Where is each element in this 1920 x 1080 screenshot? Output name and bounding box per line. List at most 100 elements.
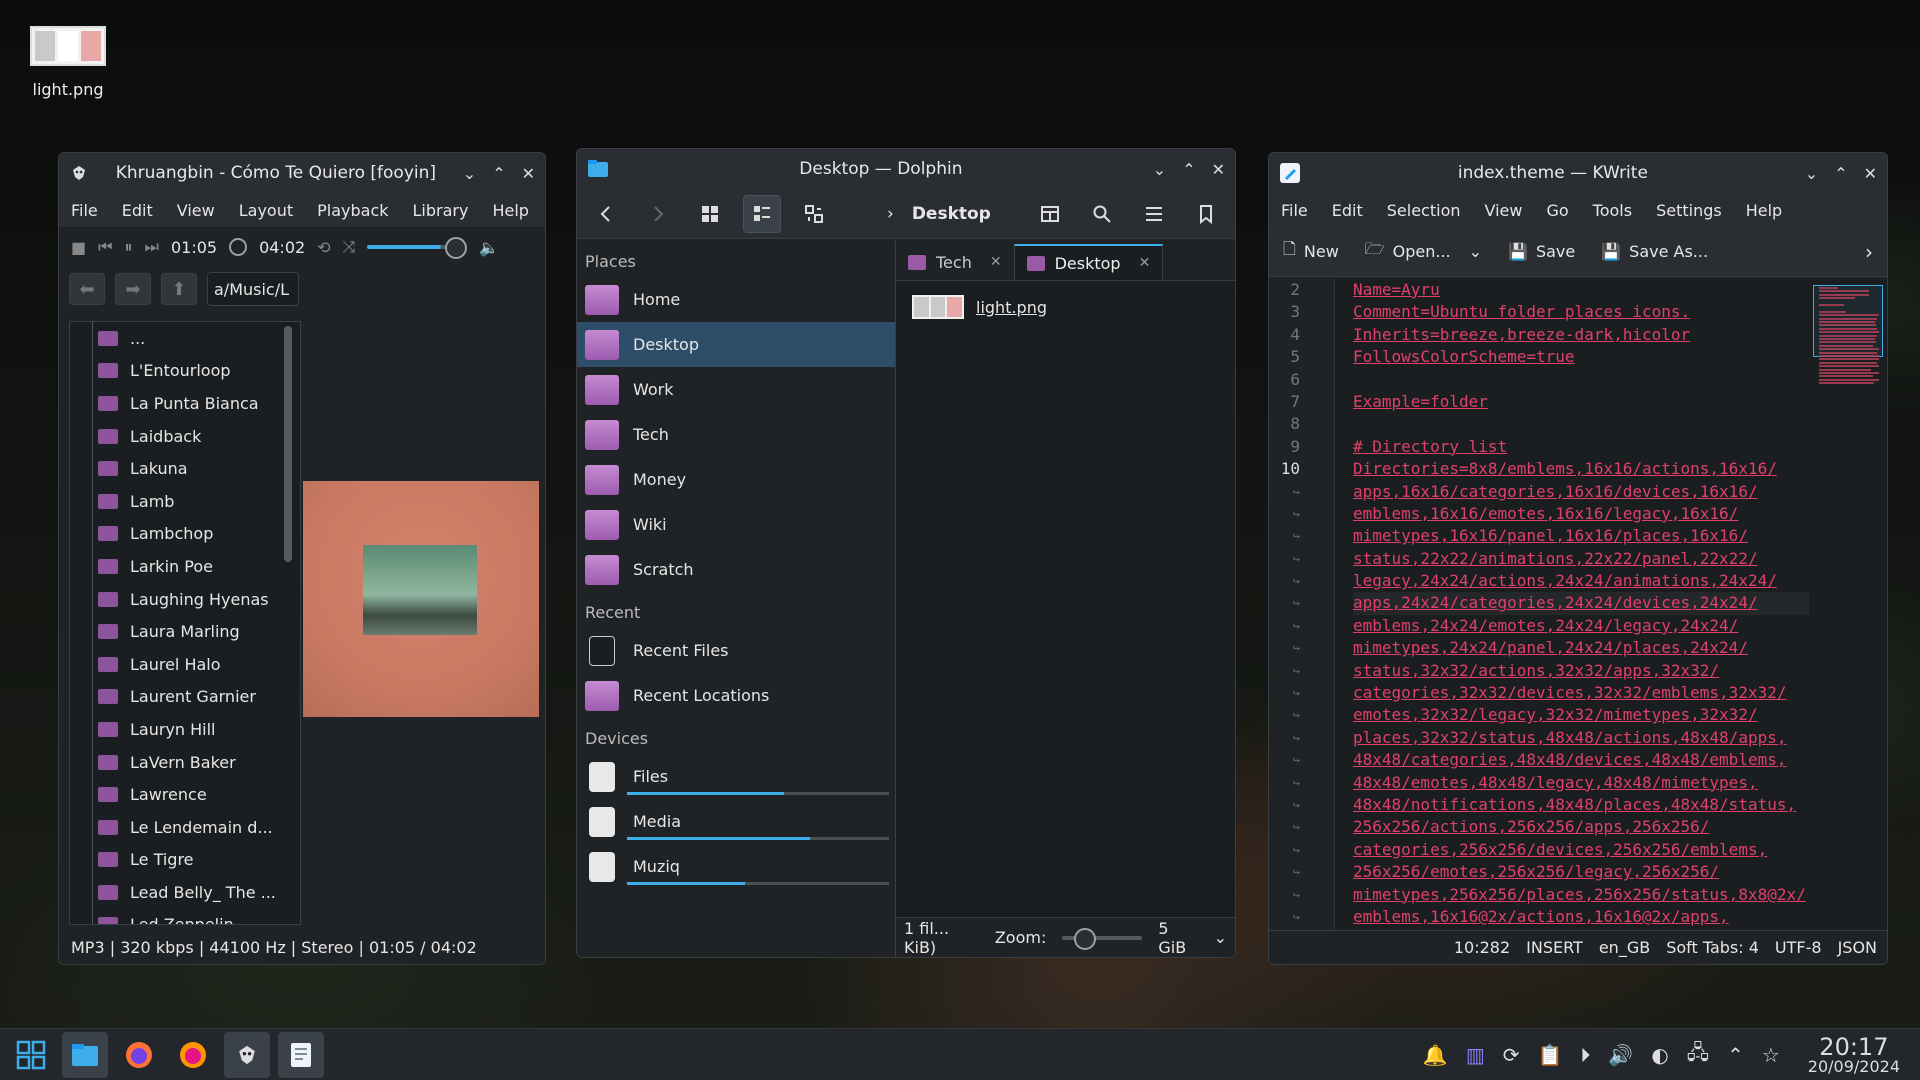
bookmark-icon[interactable]	[1187, 195, 1225, 233]
chevron-down-icon[interactable]: ⌄	[1214, 928, 1227, 947]
path-input[interactable]: a/Music/L	[207, 272, 299, 306]
code-line[interactable]: Name=Ayru	[1353, 279, 1809, 301]
back-icon[interactable]	[587, 195, 625, 233]
code-area[interactable]: Name=Ayru Comment=Ubuntu folder places ic…	[1335, 279, 1809, 930]
minimize-icon[interactable]: ⌄	[1805, 164, 1818, 183]
file-item[interactable]: light.png	[896, 281, 1235, 333]
breadcrumb[interactable]: Desktop	[912, 204, 991, 224]
next-icon[interactable]: ⏭	[145, 237, 159, 257]
code-line[interactable]: Directories=8x8/emblems,16x16/actions,16…	[1353, 458, 1809, 480]
tab-tech[interactable]: Tech ✕	[896, 244, 1014, 280]
tree-item[interactable]: Led Zeppelin	[70, 909, 300, 924]
zoom-slider[interactable]	[1062, 927, 1143, 950]
code-line[interactable]: apps,16x16/categories,16x16/devices,16x1…	[1353, 481, 1809, 503]
library-tree[interactable]: ... L'Entourloop La Punta Bianca Laidback La…	[69, 321, 301, 925]
place-work[interactable]: Work	[577, 367, 895, 412]
dolphin-task-icon[interactable]	[62, 1031, 108, 1078]
tree-view-icon[interactable]	[795, 195, 833, 233]
tree-item[interactable]: Le Tigre	[70, 844, 300, 877]
code-line[interactable]: status,32x32/actions,32x32/apps,32x32/	[1353, 660, 1809, 682]
favorite-star-icon[interactable]: ☆	[1762, 1043, 1780, 1067]
dolphin-titlebar[interactable]: Desktop — Dolphin ⌄ ⌃ ✕	[577, 149, 1235, 189]
menu-view[interactable]: View	[1485, 201, 1523, 220]
code-line[interactable]: mimetypes,256x256/places,256x256/status,…	[1353, 884, 1809, 906]
code-line[interactable]: emblems,16x16@2x/actions,16x16@2x/apps,	[1353, 906, 1809, 928]
place-scratch[interactable]: Scratch	[577, 547, 895, 592]
place-home[interactable]: Home	[577, 277, 895, 322]
tree-item[interactable]: Lambchop	[70, 518, 300, 551]
menu-selection[interactable]: Selection	[1387, 201, 1461, 220]
firefox-icon[interactable]	[116, 1032, 162, 1078]
save-as-button[interactable]: 💾 Save As...	[1601, 242, 1708, 261]
menu-file[interactable]: File	[1281, 201, 1308, 220]
encoding[interactable]: UTF-8	[1775, 938, 1822, 957]
breadcrumb-chevron-icon[interactable]: ›	[887, 204, 894, 224]
pause-icon[interactable]: ⏸	[125, 237, 133, 257]
tree-item[interactable]: Laidback	[70, 420, 300, 453]
code-line[interactable]: emblems,16x16/emotes,16x16/legacy,16x16/	[1353, 503, 1809, 525]
updates-icon[interactable]: ⟳	[1503, 1043, 1520, 1067]
syntax-mode[interactable]: JSON	[1838, 938, 1877, 957]
code-line[interactable]	[1353, 369, 1809, 391]
menu-tools[interactable]: Tools	[1593, 201, 1632, 220]
menu-library[interactable]: Library	[413, 201, 469, 220]
code-line[interactable]: emblems,24x24/emotes,24x24/legacy,24x24/	[1353, 615, 1809, 637]
code-line[interactable]: mimetypes,24x24/panel,24x24/places,24x24…	[1353, 637, 1809, 659]
digital-clock[interactable]: 20:17 20/09/2024	[1808, 1035, 1900, 1075]
minimize-icon[interactable]: ⌄	[1153, 160, 1166, 179]
night-color-icon[interactable]: ◐	[1651, 1043, 1668, 1067]
recent-locations[interactable]: Recent Locations	[577, 673, 895, 718]
hamburger-menu-icon[interactable]	[1135, 195, 1173, 233]
details-view-icon[interactable]	[743, 194, 781, 233]
tree-scrollbar[interactable]	[284, 326, 292, 562]
shuffle-icon[interactable]: ⤨	[343, 237, 356, 257]
clipboard-icon[interactable]: 📋	[1538, 1043, 1563, 1067]
cursor-position[interactable]: 10:282	[1454, 938, 1510, 957]
chevron-down-icon[interactable]: ⌄	[1469, 242, 1482, 261]
minimize-icon[interactable]: ⌄	[463, 164, 476, 183]
code-line[interactable]	[1353, 413, 1809, 435]
menu-go[interactable]: Go	[1546, 201, 1568, 220]
code-line[interactable]: 256x256/emotes,256x256/legacy,256x256/	[1353, 861, 1809, 883]
volume-icon[interactable]: 🔊	[1608, 1043, 1633, 1067]
seekbar-handle[interactable]	[229, 238, 248, 256]
maximize-icon[interactable]: ⌃	[1834, 164, 1847, 183]
code-line[interactable]: FollowsColorScheme=true	[1353, 346, 1809, 368]
code-line[interactable]: mimetypes,16x16/panel,16x16/places,16x16…	[1353, 525, 1809, 547]
tree-item[interactable]: Laughing Hyenas	[70, 583, 300, 616]
menu-view[interactable]: View	[177, 201, 215, 220]
menu-edit[interactable]: Edit	[122, 201, 153, 220]
place-money[interactable]: Money	[577, 457, 895, 502]
code-line[interactable]: categories,32x32/devices,32x32/emblems,3…	[1353, 682, 1809, 704]
recent-files[interactable]: Recent Files	[577, 628, 895, 673]
place-wiki[interactable]: Wiki	[577, 502, 895, 547]
icons-view-icon[interactable]	[691, 195, 729, 233]
kwrite-task-icon[interactable]	[278, 1031, 324, 1078]
device-files[interactable]: Files	[577, 754, 895, 799]
tree-item[interactable]: Lawrence	[70, 778, 300, 811]
new-button[interactable]: 🗋 New	[1283, 238, 1339, 265]
tree-item[interactable]: Lead Belly_ The ...	[70, 876, 300, 909]
kwrite-titlebar[interactable]: index.theme — KWrite ⌄ ⌃ ✕	[1269, 153, 1887, 193]
desktop-icon-light-png[interactable]: light.png	[22, 26, 114, 99]
code-line[interactable]: 256x256/actions,256x256/apps,256x256/	[1353, 816, 1809, 838]
tree-item[interactable]: Le Lendemain d...	[70, 811, 300, 844]
indentation[interactable]: Soft Tabs: 4	[1666, 938, 1759, 957]
close-tab-icon[interactable]: ✕	[1139, 255, 1151, 271]
close-icon[interactable]: ✕	[522, 164, 535, 183]
fooyin-titlebar[interactable]: Khruangbin - Cómo Te Quiero [fooyin] ⌄ ⌃…	[59, 153, 545, 193]
code-line[interactable]: 48x48/notifications,48x48/places,48x48/s…	[1353, 794, 1809, 816]
forward-icon[interactable]	[639, 195, 677, 233]
code-line[interactable]: 48x48/emotes,48x48/legacy,48x48/mimetype…	[1353, 772, 1809, 794]
menu-playback[interactable]: Playback	[317, 201, 388, 220]
tree-item[interactable]: L'Entourloop	[70, 355, 300, 388]
kde-connect-icon[interactable]: ▥	[1466, 1043, 1485, 1067]
app-launcher-icon[interactable]	[8, 1032, 54, 1078]
media-player-icon[interactable]: ⏵	[1580, 1043, 1590, 1067]
tray-expand-chevron-icon[interactable]: ⌃	[1727, 1043, 1744, 1067]
code-line[interactable]: status,22x22/animations,22x22/panel,22x2…	[1353, 548, 1809, 570]
close-icon[interactable]: ✕	[1864, 164, 1877, 183]
code-line[interactable]: legacy,24x24/actions,24x24/animations,24…	[1353, 570, 1809, 592]
place-desktop[interactable]: Desktop	[577, 322, 895, 367]
forward-button[interactable]: ➡	[115, 273, 151, 305]
